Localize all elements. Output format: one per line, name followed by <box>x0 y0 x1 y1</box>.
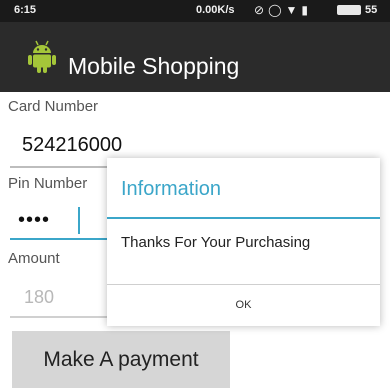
dialog-title: Information <box>121 178 222 200</box>
card-number-underline <box>10 166 108 168</box>
ok-button[interactable]: OK <box>107 285 380 326</box>
card-number-label: Card Number <box>8 98 99 115</box>
mute-icon: ⊘ <box>254 3 269 17</box>
pin-number-field[interactable]: •••• <box>18 209 50 232</box>
information-dialog: Information Thanks For Your Purchasing O… <box>107 158 380 326</box>
pin-number-underline <box>10 238 108 240</box>
card-number-field[interactable]: 524216000 <box>22 134 122 157</box>
pin-number-label: Pin Number <box>8 175 88 192</box>
action-bar: Mobile Shopping <box>0 22 390 92</box>
text-cursor <box>78 207 80 234</box>
signal-icon: ▮ <box>301 3 312 17</box>
android-icon <box>28 40 56 73</box>
status-bar: 6:15 0.00K/s ⊘◯▼▮ 55 <box>0 0 390 22</box>
wifi-icon: ▼ <box>285 3 302 17</box>
alarm-icon: ◯ <box>268 3 286 17</box>
make-payment-button[interactable]: Make A payment <box>12 331 230 388</box>
network-speed: 0.00K/s <box>196 4 235 16</box>
amount-label: Amount <box>8 250 60 267</box>
amount-field[interactable]: 180 <box>24 287 54 308</box>
amount-underline <box>10 316 108 318</box>
app-title: Mobile Shopping <box>68 53 240 79</box>
battery-icon <box>337 5 361 15</box>
status-time: 6:15 <box>14 4 37 16</box>
status-icons: ⊘◯▼▮ <box>254 3 312 17</box>
battery-level: 55 <box>365 4 378 16</box>
dialog-title-divider <box>107 217 380 219</box>
dialog-message: Thanks For Your Purchasing <box>121 234 311 251</box>
